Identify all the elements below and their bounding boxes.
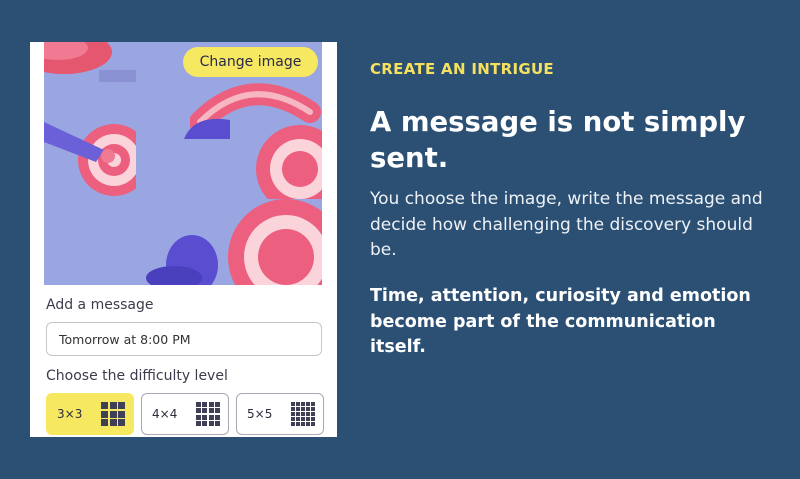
- message-input[interactable]: [46, 322, 322, 356]
- eyebrow-heading: CREATE AN INTRIGUE: [370, 60, 554, 78]
- difficulty-5x5-button[interactable]: 5×5: [236, 393, 324, 435]
- puzzle-tile[interactable]: [228, 199, 322, 285]
- difficulty-option-label: 4×4: [152, 407, 178, 421]
- difficulty-option-label: 3×3: [57, 407, 83, 421]
- difficulty-3x3-button[interactable]: 3×3: [46, 393, 134, 435]
- grid-3x3-icon: [101, 402, 125, 426]
- emphasis-text: Time, attention, curiosity and emotion b…: [370, 286, 751, 357]
- puzzle-tile[interactable]: [184, 114, 230, 139]
- headline: A message is not simply sent.: [370, 106, 746, 174]
- difficulty-4x4-button[interactable]: 4×4: [141, 393, 229, 435]
- difficulty-options: 3×3 4×4 5×5: [46, 393, 324, 435]
- message-label: Add a message: [46, 297, 154, 313]
- puzzle-tile[interactable]: [144, 220, 228, 285]
- change-image-button[interactable]: Change image: [183, 47, 318, 77]
- puzzle-tile[interactable]: [44, 42, 136, 82]
- puzzle-tile[interactable]: [230, 114, 322, 199]
- grid-5x5-icon: [291, 402, 315, 426]
- grid-4x4-icon: [196, 402, 220, 426]
- description-text: You choose the image, write the message …: [370, 189, 763, 260]
- puzzle-tile[interactable]: [44, 112, 136, 200]
- puzzle-editor-card: Change image Add a message Choose the di…: [30, 42, 337, 437]
- difficulty-option-label: 5×5: [247, 407, 273, 421]
- difficulty-label: Choose the difficulty level: [46, 368, 228, 384]
- puzzle-image[interactable]: Change image: [44, 42, 322, 285]
